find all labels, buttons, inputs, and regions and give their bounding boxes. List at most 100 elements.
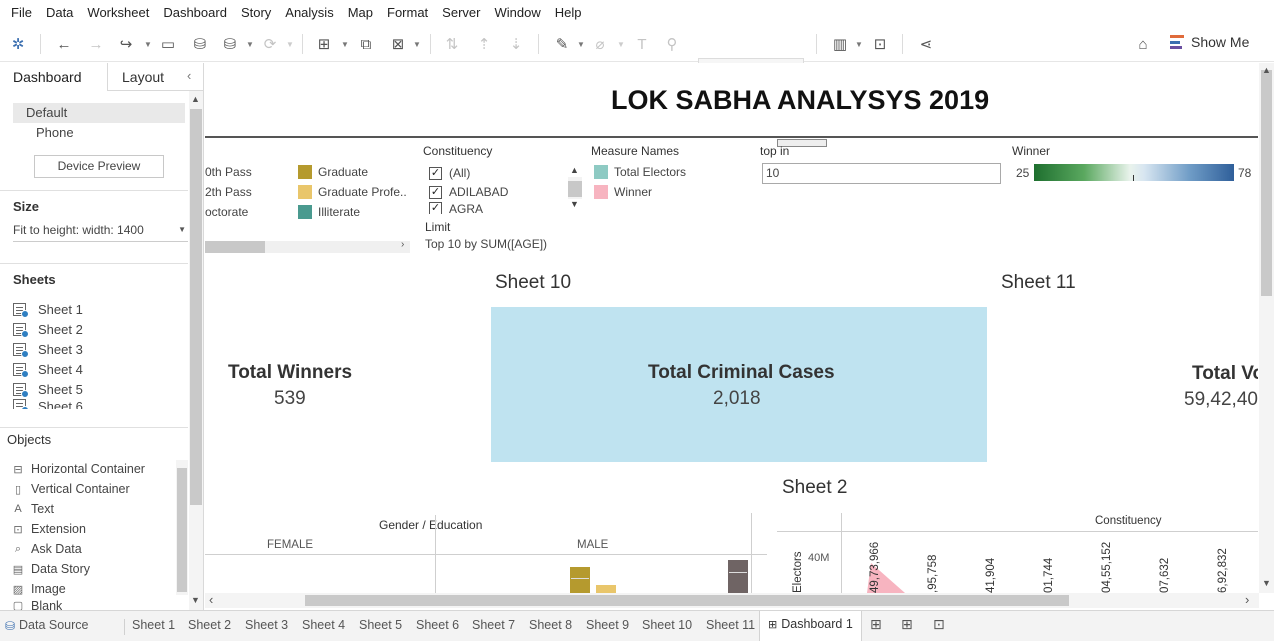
sheet-list-item-4[interactable]: Sheet 4 <box>13 359 83 379</box>
tableau-logo-icon[interactable]: ✲ <box>8 34 28 54</box>
object-extension[interactable]: ⊡ Extension <box>12 519 86 539</box>
tab-sheet-3[interactable]: Sheet 3 <box>245 618 288 632</box>
menu-server[interactable]: Server <box>435 0 487 26</box>
filter-item-agra[interactable]: ✓ AGRA <box>429 202 483 214</box>
top-param-input[interactable]: 10 <box>762 163 1001 184</box>
duplicate-icon[interactable]: ⧉ <box>356 34 376 54</box>
canvas-hscroll-thumb[interactable] <box>305 595 1069 606</box>
legend-item-10th[interactable]: 0th Pass <box>205 163 252 181</box>
scroll-left-icon[interactable]: ‹ <box>209 592 213 607</box>
legend-item-graduate[interactable]: Graduate <box>298 163 368 181</box>
highlight-caret-icon[interactable]: ▼ <box>577 40 585 49</box>
bar-male-graduate[interactable] <box>570 567 590 593</box>
replay-icon[interactable]: ↪ <box>116 34 136 54</box>
new-data-source-icon[interactable]: ⛁ <box>190 34 210 54</box>
device-default[interactable]: Default <box>13 103 185 123</box>
filter-item-all[interactable]: ✓ (All) <box>429 164 470 182</box>
scroll-down-icon[interactable]: ▼ <box>1262 578 1271 588</box>
menu-story[interactable]: Story <box>234 0 278 26</box>
show-me-button[interactable]: Show Me <box>1170 34 1249 50</box>
tab-data-source[interactable]: Data Source <box>19 618 88 632</box>
tab-sheet-5[interactable]: Sheet 5 <box>359 618 402 632</box>
labels-icon[interactable]: T <box>632 34 652 54</box>
replay-caret-icon[interactable]: ▼ <box>144 40 152 49</box>
menu-analysis[interactable]: Analysis <box>278 0 340 26</box>
total-criminal-cases-card[interactable] <box>491 307 987 462</box>
tab-sheet-4[interactable]: Sheet 4 <box>302 618 345 632</box>
legend-item-total-electors[interactable]: Total Electors <box>594 163 686 181</box>
sort-desc-icon[interactable]: ⇣ <box>506 34 526 54</box>
scroll-down-icon[interactable]: ▼ <box>570 199 579 209</box>
device-preview-button[interactable]: Device Preview <box>34 155 164 178</box>
tab-sheet-9[interactable]: Sheet 9 <box>586 618 629 632</box>
sheet-list-item-6[interactable]: Sheet 6 <box>13 399 83 409</box>
new-sheet-icon[interactable]: ⊞ <box>314 34 334 54</box>
card-toggle-icon[interactable]: ▥ <box>830 34 850 54</box>
clear-sheet-icon[interactable]: ⊠ <box>388 34 408 54</box>
tab-sheet-8[interactable]: Sheet 8 <box>529 618 572 632</box>
menu-map[interactable]: Map <box>341 0 380 26</box>
new-sheet-caret-icon[interactable]: ▼ <box>341 40 349 49</box>
object-horizontal-container[interactable]: ⊟ Horizontal Container <box>12 459 145 479</box>
bar-male-other[interactable] <box>728 560 748 593</box>
card-caret-icon[interactable]: ▼ <box>855 40 863 49</box>
device-phone[interactable]: Phone <box>13 123 185 143</box>
undo-icon[interactable]: ← <box>54 34 74 54</box>
pause-caret-icon[interactable]: ▼ <box>246 40 254 49</box>
menu-format[interactable]: Format <box>380 0 435 26</box>
tab-sheet-11[interactable]: Sheet 11 <box>706 618 755 632</box>
bar-male-graduate-prof[interactable] <box>596 585 616 593</box>
checkbox-checked-icon[interactable]: ✓ <box>429 202 442 214</box>
sort-asc-icon[interactable]: ⇡ <box>474 34 494 54</box>
scroll-up-icon[interactable]: ▲ <box>1262 65 1271 75</box>
object-text[interactable]: A Text <box>12 499 54 519</box>
redo-icon[interactable]: → <box>86 34 106 54</box>
checkbox-checked-icon[interactable]: ✓ <box>429 185 442 199</box>
menu-file[interactable]: File <box>4 0 39 26</box>
size-dropdown[interactable]: Fit to height: width: 1400 ▼ <box>13 223 188 237</box>
canvas-vscroll-thumb[interactable] <box>1261 70 1272 296</box>
scroll-right-icon[interactable]: › <box>401 239 404 250</box>
menu-dashboard[interactable]: Dashboard <box>156 0 234 26</box>
refresh-icon[interactable]: ⟳ <box>260 34 280 54</box>
tooltip-format-icon[interactable]: ⌂ <box>1133 34 1153 54</box>
left-pane-scroll-thumb[interactable] <box>190 109 202 505</box>
highlight-icon[interactable]: ✎ <box>552 34 572 54</box>
scroll-down-icon[interactable]: ▼ <box>191 595 200 605</box>
filter-item-adilabad[interactable]: ✓ ADILABAD <box>429 183 508 201</box>
sheet-list-item-3[interactable]: Sheet 3 <box>13 339 83 359</box>
tab-sheet-10[interactable]: Sheet 10 <box>642 618 692 632</box>
legend-item-doctorate[interactable]: octorate <box>205 203 248 221</box>
tab-layout[interactable]: Layout <box>122 69 164 85</box>
menu-window[interactable]: Window <box>487 0 547 26</box>
legend-item-graduate-prof[interactable]: Graduate Profe.. <box>298 183 407 201</box>
new-story-icon[interactable]: ⊡ <box>933 616 945 633</box>
fix-axes-icon[interactable]: ⚲ <box>662 34 682 54</box>
swap-icon[interactable]: ⇅ <box>442 34 462 54</box>
object-vertical-container[interactable]: ▯ Vertical Container <box>12 479 130 499</box>
tab-sheet-1[interactable]: Sheet 1 <box>132 618 175 632</box>
group-icon[interactable]: ⌀ <box>590 34 610 54</box>
legend-item-winner[interactable]: Winner <box>594 183 652 201</box>
scroll-up-icon[interactable]: ▲ <box>191 94 200 104</box>
tab-sheet-2[interactable]: Sheet 2 <box>188 618 231 632</box>
object-data-story[interactable]: ▤ Data Story <box>12 559 90 579</box>
clear-caret-icon[interactable]: ▼ <box>413 40 421 49</box>
new-dashboard-icon[interactable]: ⊞ <box>901 616 913 633</box>
collapse-pane-icon[interactable]: ‹ <box>187 68 191 83</box>
sheet-list-item-1[interactable]: Sheet 1 <box>13 299 83 319</box>
legend-hscroll-thumb[interactable] <box>205 241 265 253</box>
share-icon[interactable]: ⋖ <box>916 34 936 54</box>
presentation-icon[interactable]: ⊡ <box>870 34 890 54</box>
save-icon[interactable]: ▭ <box>158 34 178 54</box>
filter-scrollbar[interactable]: ▲ ▼ <box>568 165 582 213</box>
menu-help[interactable]: Help <box>548 0 589 26</box>
legend-item-12th[interactable]: 2th Pass <box>205 183 252 201</box>
object-image[interactable]: ▨ Image <box>12 579 66 599</box>
menu-data[interactable]: Data <box>39 0 80 26</box>
objects-scroll-thumb[interactable] <box>177 468 187 592</box>
tab-dashboard[interactable]: Dashboard <box>13 69 82 85</box>
group-caret-icon[interactable]: ▼ <box>617 40 625 49</box>
new-worksheet-icon[interactable]: ⊞ <box>870 616 882 633</box>
checkbox-checked-icon[interactable]: ✓ <box>429 166 442 180</box>
